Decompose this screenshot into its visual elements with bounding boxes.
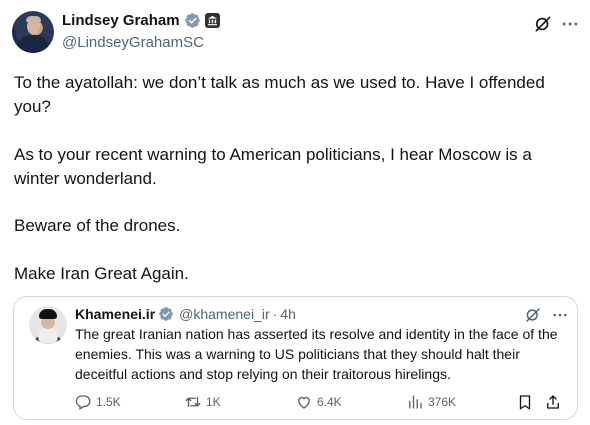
- more-icon[interactable]: [560, 14, 580, 34]
- avatar[interactable]: [12, 11, 54, 53]
- bookmark-button[interactable]: [516, 393, 534, 411]
- quoted-text: The great Iranian nation has asserted it…: [75, 326, 558, 382]
- views-count: 376K: [428, 395, 457, 409]
- share-button[interactable]: [544, 393, 562, 411]
- tweet-paragraph: Make Iran Great Again.: [14, 264, 189, 283]
- grok-icon[interactable]: [524, 306, 542, 324]
- government-badge-icon: [204, 13, 220, 28]
- share-icon: [547, 395, 559, 409]
- verified-badge-icon: [184, 13, 200, 28]
- quoted-avatar[interactable]: [29, 306, 67, 344]
- more-icon[interactable]: [551, 306, 569, 324]
- repost-button[interactable]: 1K: [184, 393, 221, 411]
- quoted-tweet[interactable]: Khamenei.ir @khamenei_ir · 4h The great …: [13, 296, 578, 420]
- tweet-paragraph: To the ayatollah: we don’t talk as much …: [14, 73, 545, 116]
- author-display-name[interactable]: Lindsey Graham: [62, 12, 180, 29]
- author-name-row: Lindsey Graham: [62, 12, 220, 29]
- reply-icon: [75, 395, 91, 410]
- author-handle[interactable]: @LindseyGrahamSC: [62, 34, 204, 51]
- quoted-header: Khamenei.ir @khamenei_ir · 4h: [75, 306, 296, 322]
- grok-icon[interactable]: [533, 14, 553, 34]
- views-icon: [409, 395, 422, 409]
- reply-count: 1.5K: [96, 395, 121, 409]
- quoted-display-name[interactable]: Khamenei.ir: [75, 306, 155, 322]
- tweet-paragraph: As to your recent warning to American po…: [14, 145, 532, 188]
- like-count: 6.4K: [317, 395, 342, 409]
- quoted-handle[interactable]: @khamenei_ir: [179, 306, 269, 322]
- reply-button[interactable]: 1.5K: [74, 393, 121, 411]
- like-button[interactable]: 6.4K: [295, 393, 342, 411]
- quoted-timestamp[interactable]: 4h: [280, 306, 296, 322]
- views-button[interactable]: 376K: [406, 393, 456, 411]
- verified-badge-icon: [159, 307, 173, 321]
- tweet: Lindsey Graham @LindseyGrahamSC To the a…: [0, 0, 590, 425]
- like-icon: [298, 396, 310, 409]
- repost-count: 1K: [206, 395, 221, 409]
- bookmark-icon: [519, 395, 531, 410]
- repost-icon: [185, 396, 201, 408]
- quoted-action-bar: 1.5K 1K 6.4K 376K: [14, 393, 579, 413]
- tweet-paragraph: Beware of the drones.: [14, 216, 181, 235]
- separator-dot: ·: [272, 306, 278, 322]
